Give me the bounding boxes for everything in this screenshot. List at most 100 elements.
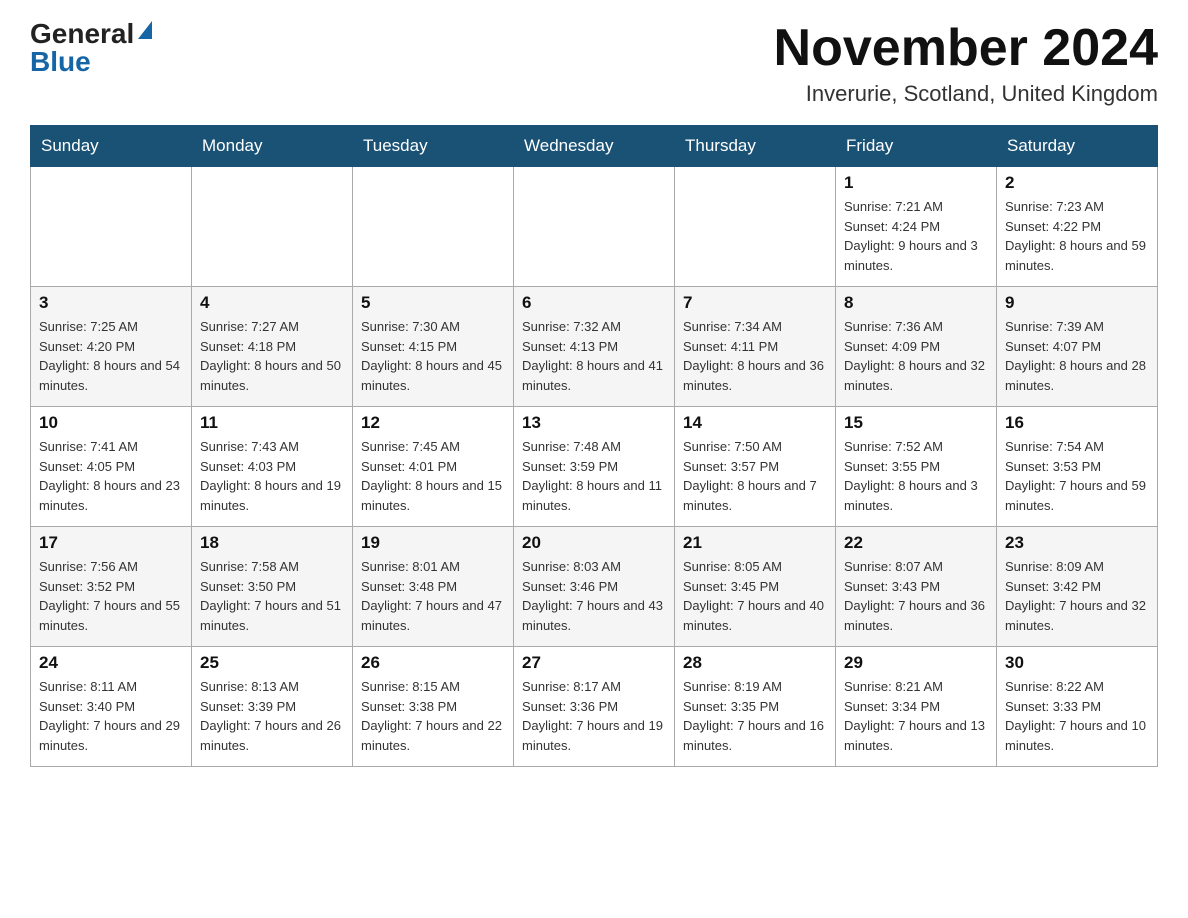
calendar-cell [31,167,192,287]
calendar-cell: 17Sunrise: 7:56 AMSunset: 3:52 PMDayligh… [31,527,192,647]
week-row-1: 1Sunrise: 7:21 AMSunset: 4:24 PMDaylight… [31,167,1158,287]
day-header-thursday: Thursday [675,126,836,167]
calendar-cell: 4 Sunrise: 7:27 AMSunset: 4:18 PMDaylight… [192,287,353,407]
day-info: Sunrise: 7:43 AMSunset: 4:03 PMDaylight:… [200,437,344,515]
calendar-cell: 30 Sunrise: 8:22 AMSunset: 3:33 PMDayligh… [997,647,1158,767]
calendar-cell: 27 Sunrise: 8:17 AMSunset: 3:36 PMDayligh… [514,647,675,767]
day-info: Sunrise: 8:22 AMSunset: 3:33 PMDaylight:… [1005,677,1149,755]
calendar-cell: 9Sunrise: 7:39 AMSunset: 4:07 PMDaylight… [997,287,1158,407]
calendar-cell: 8 Sunrise: 7:36 AMSunset: 4:09 PMDaylight… [836,287,997,407]
day-number: 7 [683,293,827,313]
calendar-cell: 12 Sunrise: 7:45 AMSunset: 4:01 PMDayligh… [353,407,514,527]
day-info: Sunrise: 8:05 AMSunset: 3:45 PMDaylight:… [683,557,827,635]
day-number: 26 [361,653,505,673]
day-info: Sunrise: 7:36 AMSunset: 4:09 PMDaylight:… [844,317,988,395]
day-number: 5 [361,293,505,313]
location-subtitle: Inverurie, Scotland, United Kingdom [774,81,1158,107]
calendar-cell: 3Sunrise: 7:25 AMSunset: 4:20 PMDaylight… [31,287,192,407]
logo: General Blue [30,20,152,76]
calendar-cell: 11 Sunrise: 7:43 AMSunset: 4:03 PMDayligh… [192,407,353,527]
calendar-cell: 26 Sunrise: 8:15 AMSunset: 3:38 PMDayligh… [353,647,514,767]
calendar-cell: 20 Sunrise: 8:03 AMSunset: 3:46 PMDayligh… [514,527,675,647]
logo-general-text: General [30,20,134,48]
day-number: 22 [844,533,988,553]
day-info: Sunrise: 8:15 AMSunset: 3:38 PMDaylight:… [361,677,505,755]
day-number: 15 [844,413,988,433]
day-info: Sunrise: 7:52 AMSunset: 3:55 PMDaylight:… [844,437,988,515]
calendar-cell: 15 Sunrise: 7:52 AMSunset: 3:55 PMDayligh… [836,407,997,527]
calendar-cell: 23 Sunrise: 8:09 AMSunset: 3:42 PMDayligh… [997,527,1158,647]
week-row-3: 10 Sunrise: 7:41 AMSunset: 4:05 PMDayligh… [31,407,1158,527]
day-info: Sunrise: 8:17 AMSunset: 3:36 PMDaylight:… [522,677,666,755]
day-number: 29 [844,653,988,673]
title-area: November 2024 Inverurie, Scotland, Unite… [774,20,1158,107]
logo-blue-text: Blue [30,48,91,76]
day-number: 16 [1005,413,1149,433]
day-info: Sunrise: 7:27 AMSunset: 4:18 PMDaylight:… [200,317,344,395]
day-number: 1 [844,173,988,193]
day-info: Sunrise: 7:30 AMSunset: 4:15 PMDaylight:… [361,317,505,395]
calendar-cell: 21 Sunrise: 8:05 AMSunset: 3:45 PMDayligh… [675,527,836,647]
calendar-cell: 16Sunrise: 7:54 AMSunset: 3:53 PMDayligh… [997,407,1158,527]
day-number: 6 [522,293,666,313]
day-info: Sunrise: 8:03 AMSunset: 3:46 PMDaylight:… [522,557,666,635]
day-info: Sunrise: 8:21 AMSunset: 3:34 PMDaylight:… [844,677,988,755]
day-header-saturday: Saturday [997,126,1158,167]
page-header: General Blue November 2024 Inverurie, Sc… [30,20,1158,107]
day-header-tuesday: Tuesday [353,126,514,167]
day-number: 27 [522,653,666,673]
day-info: Sunrise: 7:50 AMSunset: 3:57 PMDaylight:… [683,437,827,515]
day-info: Sunrise: 7:58 AMSunset: 3:50 PMDaylight:… [200,557,344,635]
calendar-cell [192,167,353,287]
day-number: 4 [200,293,344,313]
day-info: Sunrise: 7:56 AMSunset: 3:52 PMDaylight:… [39,557,183,635]
calendar-cell: 5 Sunrise: 7:30 AMSunset: 4:15 PMDaylight… [353,287,514,407]
day-info: Sunrise: 7:41 AMSunset: 4:05 PMDaylight:… [39,437,183,515]
calendar-cell: 29 Sunrise: 8:21 AMSunset: 3:34 PMDayligh… [836,647,997,767]
calendar-cell: 6 Sunrise: 7:32 AMSunset: 4:13 PMDaylight… [514,287,675,407]
calendar-cell: 28 Sunrise: 8:19 AMSunset: 3:35 PMDayligh… [675,647,836,767]
calendar-cell [514,167,675,287]
day-number: 24 [39,653,183,673]
day-number: 25 [200,653,344,673]
day-info: Sunrise: 8:11 AMSunset: 3:40 PMDaylight:… [39,677,183,755]
calendar-table: SundayMondayTuesdayWednesdayThursdayFrid… [30,125,1158,767]
calendar-cell [675,167,836,287]
calendar-cell: 13 Sunrise: 7:48 AMSunset: 3:59 PMDayligh… [514,407,675,527]
day-number: 2 [1005,173,1149,193]
day-info: Sunrise: 7:25 AMSunset: 4:20 PMDaylight:… [39,317,183,395]
calendar-cell: 24 Sunrise: 8:11 AMSunset: 3:40 PMDayligh… [31,647,192,767]
day-info: Sunrise: 8:01 AMSunset: 3:48 PMDaylight:… [361,557,505,635]
day-number: 8 [844,293,988,313]
calendar-cell: 22 Sunrise: 8:07 AMSunset: 3:43 PMDayligh… [836,527,997,647]
day-header-wednesday: Wednesday [514,126,675,167]
day-header-sunday: Sunday [31,126,192,167]
logo-triangle-icon [138,21,152,39]
day-header-monday: Monday [192,126,353,167]
week-row-5: 24 Sunrise: 8:11 AMSunset: 3:40 PMDayligh… [31,647,1158,767]
day-number: 23 [1005,533,1149,553]
calendar-cell: 14 Sunrise: 7:50 AMSunset: 3:57 PMDayligh… [675,407,836,527]
calendar-cell: 25Sunrise: 8:13 AMSunset: 3:39 PMDayligh… [192,647,353,767]
month-title: November 2024 [774,20,1158,77]
day-number: 11 [200,413,344,433]
day-number: 20 [522,533,666,553]
day-number: 30 [1005,653,1149,673]
day-info: Sunrise: 8:19 AMSunset: 3:35 PMDaylight:… [683,677,827,755]
day-info: Sunrise: 7:48 AMSunset: 3:59 PMDaylight:… [522,437,666,515]
calendar-cell: 18Sunrise: 7:58 AMSunset: 3:50 PMDayligh… [192,527,353,647]
day-info: Sunrise: 7:45 AMSunset: 4:01 PMDaylight:… [361,437,505,515]
day-number: 19 [361,533,505,553]
day-info: Sunrise: 7:32 AMSunset: 4:13 PMDaylight:… [522,317,666,395]
day-info: Sunrise: 8:07 AMSunset: 3:43 PMDaylight:… [844,557,988,635]
day-info: Sunrise: 8:09 AMSunset: 3:42 PMDaylight:… [1005,557,1149,635]
calendar-cell: 1Sunrise: 7:21 AMSunset: 4:24 PMDaylight… [836,167,997,287]
day-number: 12 [361,413,505,433]
day-number: 28 [683,653,827,673]
week-row-2: 3Sunrise: 7:25 AMSunset: 4:20 PMDaylight… [31,287,1158,407]
day-number: 10 [39,413,183,433]
day-number: 13 [522,413,666,433]
day-number: 14 [683,413,827,433]
day-info: Sunrise: 7:39 AMSunset: 4:07 PMDaylight:… [1005,317,1149,395]
day-number: 21 [683,533,827,553]
